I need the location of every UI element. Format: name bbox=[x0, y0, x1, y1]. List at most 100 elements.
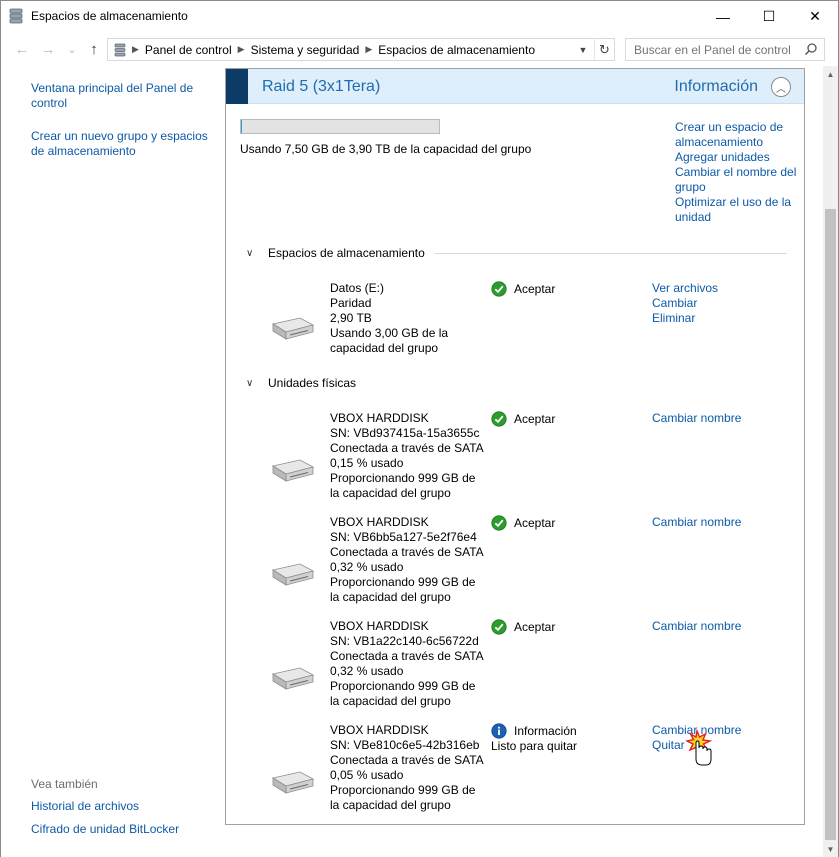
info-icon bbox=[491, 723, 507, 739]
drive-status: Información Listo para quitar bbox=[491, 723, 631, 754]
drive-provisioned: Proporcionando 999 GB de la capacidad de… bbox=[330, 679, 476, 708]
breadcrumb-panel-de-control[interactable]: Panel de control bbox=[145, 43, 232, 57]
create-pool-link[interactable]: Crear un nuevo grupo y espacios de almac… bbox=[31, 129, 211, 159]
search-box[interactable] bbox=[625, 38, 825, 61]
drive-details: VBOX HARDDISK SN: VBd937415a-15a3655c Cone… bbox=[330, 411, 485, 501]
rename-drive-link[interactable]: Cambiar nombre bbox=[652, 515, 792, 530]
close-button[interactable]: ✕ bbox=[792, 1, 838, 32]
space-details: Datos (E:) Paridad 2,90 TB Usando 3,00 G… bbox=[330, 281, 485, 356]
address-bar[interactable]: ▶ Panel de control ▶ Sistema y seguridad… bbox=[107, 38, 615, 61]
pool-header[interactable]: Raid 5 (3x1Tera) Información ︿ bbox=[226, 69, 804, 104]
drive-details: VBOX HARDDISK SN: VBe810c6e5-42b316eb Cone… bbox=[330, 723, 485, 813]
drive-serial: SN: VBe810c6e5-42b316eb bbox=[330, 738, 480, 752]
breadcrumb-sistema-y-seguridad[interactable]: Sistema y seguridad bbox=[251, 43, 360, 57]
up-arrow-icon: ↑ bbox=[90, 40, 98, 58]
drive-status-text: Información bbox=[514, 724, 577, 738]
space-name: Datos (E:) bbox=[330, 281, 385, 295]
scroll-down-icon: ▼ bbox=[826, 844, 835, 854]
minimize-icon: — bbox=[716, 8, 730, 25]
storage-pool-panel: Raid 5 (3x1Tera) Información ︿ Usando 7,… bbox=[225, 68, 805, 825]
window-title: Espacios de almacenamiento bbox=[31, 9, 188, 23]
pool-usage-bar bbox=[240, 119, 440, 134]
main-content: Raid 5 (3x1Tera) Información ︿ Usando 7,… bbox=[225, 66, 823, 857]
refresh-button[interactable]: ↻ bbox=[594, 39, 614, 60]
drives-section-header[interactable]: ∨ Unidades físicas bbox=[246, 376, 787, 390]
change-space-link[interactable]: Cambiar bbox=[652, 296, 792, 311]
maximize-button[interactable]: ☐ bbox=[746, 1, 792, 32]
add-drives-link[interactable]: Agregar unidades bbox=[675, 150, 797, 165]
space-status: Aceptar bbox=[491, 281, 631, 297]
drive-serial: SN: VB6bb5a127-5e2f76e4 bbox=[330, 530, 477, 544]
drive-model: VBOX HARDDISK bbox=[330, 619, 429, 633]
space-pool-usage: Usando 3,00 GB de la capacidad del grupo bbox=[330, 326, 449, 355]
drive-details: VBOX HARDDISK SN: VB6bb5a127-5e2f76e4 Cone… bbox=[330, 515, 485, 605]
space-status-text: Aceptar bbox=[514, 282, 556, 296]
forward-button[interactable]: → bbox=[39, 40, 57, 58]
rename-drive-link[interactable]: Cambiar nombre bbox=[652, 723, 792, 738]
minimize-button[interactable]: — bbox=[700, 1, 746, 32]
see-also-heading: Vea también bbox=[31, 777, 98, 791]
ok-icon bbox=[491, 411, 507, 427]
drive-connection: Conectada a través de SATA bbox=[330, 649, 484, 663]
scroll-up-button[interactable]: ▲ bbox=[823, 66, 838, 82]
drive-usage: 0,32 % usado bbox=[330, 560, 404, 574]
pointer-cursor-icon bbox=[684, 729, 713, 766]
rename-drive-link[interactable]: Cambiar nombre bbox=[652, 411, 792, 426]
drive-usage: 0,15 % usado bbox=[330, 456, 404, 470]
drive-status-text: Aceptar bbox=[514, 516, 556, 530]
chevron-down-icon: ∨ bbox=[246, 247, 254, 259]
drive-model: VBOX HARDDISK bbox=[330, 723, 429, 737]
up-button[interactable]: ↑ bbox=[85, 40, 103, 58]
space-capacity: 2,90 TB bbox=[330, 311, 372, 325]
recent-locations-button[interactable]: ⌄ bbox=[63, 40, 81, 58]
drive-serial: SN: VBd937415a-15a3655c bbox=[330, 426, 480, 440]
breadcrumb-separator-icon: ▶ bbox=[365, 44, 373, 54]
remove-drive-link[interactable]: Quitar bbox=[652, 738, 792, 753]
ok-icon bbox=[491, 619, 507, 635]
drive-status-detail: Listo para quitar bbox=[491, 739, 578, 753]
drive-links: Cambiar nombre bbox=[652, 515, 792, 530]
view-files-link[interactable]: Ver archivos bbox=[652, 281, 792, 296]
bitlocker-link[interactable]: Cifrado de unidad BitLocker bbox=[31, 822, 211, 837]
address-history-dropdown[interactable]: ▼ bbox=[574, 39, 592, 60]
storage-spaces-window: Espacios de almacenamiento — ☐ ✕ ← → ⌄ ↑… bbox=[0, 0, 839, 857]
drive-connection: Conectada a través de SATA bbox=[330, 545, 484, 559]
vertical-scrollbar[interactable]: ▲ ▼ bbox=[823, 66, 838, 857]
rename-pool-link[interactable]: Cambiar el nombre del grupo bbox=[675, 165, 797, 195]
spaces-section-header[interactable]: ∨ Espacios de almacenamiento bbox=[246, 246, 787, 260]
chevron-up-icon: ︿ bbox=[776, 83, 786, 95]
file-history-link[interactable]: Historial de archivos bbox=[31, 799, 211, 814]
search-icon bbox=[804, 43, 817, 56]
space-resiliency: Paridad bbox=[330, 296, 372, 310]
scroll-down-button[interactable]: ▼ bbox=[823, 841, 838, 857]
rename-drive-link[interactable]: Cambiar nombre bbox=[652, 619, 792, 634]
drive-usage: 0,05 % usado bbox=[330, 768, 404, 782]
drive-icon bbox=[271, 771, 315, 794]
forward-arrow-icon: → bbox=[40, 40, 56, 58]
drive-details: VBOX HARDDISK SN: VB1a22c140-6c56722d Cone… bbox=[330, 619, 485, 709]
search-input[interactable] bbox=[634, 42, 794, 57]
drive-model: VBOX HARDDISK bbox=[330, 515, 429, 529]
pool-name: Raid 5 (3x1Tera) bbox=[262, 78, 381, 95]
optimize-drive-usage-link[interactable]: Optimizar el uso de la unidad bbox=[675, 195, 797, 225]
collapse-button[interactable]: ︿ bbox=[771, 77, 791, 97]
control-panel-home-link[interactable]: Ventana principal del Panel de control bbox=[31, 81, 211, 111]
divider bbox=[434, 252, 787, 254]
back-button[interactable]: ← bbox=[13, 40, 31, 58]
delete-space-link[interactable]: Eliminar bbox=[652, 311, 792, 326]
back-arrow-icon: ← bbox=[14, 40, 30, 58]
scrollbar-thumb[interactable] bbox=[825, 209, 836, 840]
drive-links: Cambiar nombre bbox=[652, 411, 792, 426]
drive-links: Cambiar nombre bbox=[652, 619, 792, 634]
breadcrumb-espacios-de-almacenamiento[interactable]: Espacios de almacenamiento bbox=[378, 43, 535, 57]
create-space-link[interactable]: Crear un espacio de almacenamiento bbox=[675, 120, 797, 150]
pool-header-accent bbox=[226, 69, 248, 104]
drive-provisioned: Proporcionando 999 GB de la capacidad de… bbox=[330, 471, 476, 500]
refresh-icon: ↻ bbox=[599, 41, 610, 57]
drive-connection: Conectada a través de SATA bbox=[330, 441, 484, 455]
chevron-down-icon: ∨ bbox=[246, 377, 254, 389]
drive-provisioned: Proporcionando 999 GB de la capacidad de… bbox=[330, 575, 476, 604]
drive-model: VBOX HARDDISK bbox=[330, 411, 429, 425]
drive-usage: 0,32 % usado bbox=[330, 664, 404, 678]
chevron-down-icon: ⌄ bbox=[67, 43, 77, 56]
